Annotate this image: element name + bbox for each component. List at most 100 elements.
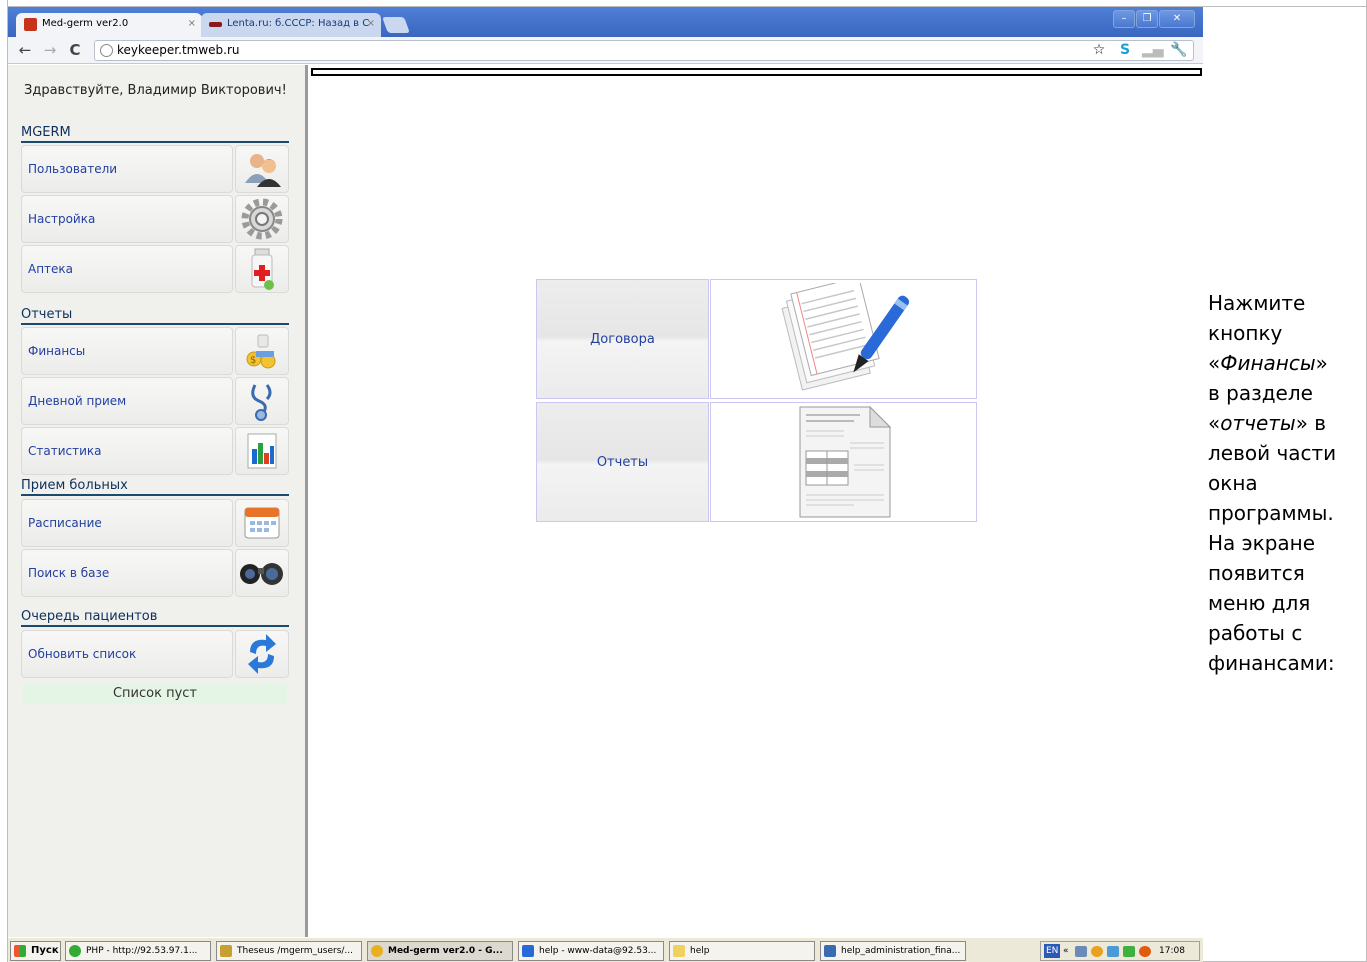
reports-button[interactable]: Отчеты [536, 402, 709, 522]
sidebar-item-label[interactable]: Настройка [21, 195, 233, 243]
sidebar-item-label[interactable]: Аптека [21, 245, 233, 293]
theseus-icon [220, 945, 232, 957]
wrench-menu-icon[interactable]: 🔧 [1170, 41, 1188, 59]
report-document-icon [799, 405, 891, 518]
reports-image-button[interactable] [710, 402, 977, 522]
instruction-line: работы с [1208, 621, 1303, 645]
messenger-tray-icon[interactable] [1107, 946, 1119, 957]
taskbar-item-label: Med-germ ver2.0 - G... [388, 946, 503, 956]
instruction-line: «отчеты» в [1208, 411, 1327, 435]
globe-icon [100, 44, 113, 57]
close-window-button[interactable]: ✕ [1159, 10, 1195, 28]
bar-chart-icon[interactable] [235, 427, 289, 475]
sidebar-item-search-db[interactable]: Поиск в базе [21, 549, 289, 597]
taskbar-item-help-folder[interactable]: help [669, 941, 815, 961]
taskbar-item-help-doc[interactable]: help_administration_fina... [820, 941, 966, 961]
instruction-line: появится [1208, 561, 1305, 585]
taskbar-item-label: help - www-data@92.53... [539, 946, 657, 956]
sidebar-item-label[interactable]: Статистика [21, 427, 233, 475]
update-tray-icon[interactable] [1123, 946, 1135, 957]
instruction-line: Нажмите [1208, 291, 1306, 315]
contracts-button[interactable]: Договора [536, 279, 709, 399]
binoculars-icon[interactable] [235, 549, 289, 597]
instruction-line: окна [1208, 471, 1258, 495]
sidebar-item-refresh-list[interactable]: Обновить список [21, 630, 289, 678]
reports-emphasis: отчеты [1220, 411, 1296, 435]
sidebar: Здравствуйте, Владимир Викторович! MGERM… [8, 65, 308, 937]
sidebar-item-settings[interactable]: Настройка [21, 195, 289, 243]
forward-arrow-icon[interactable]: → [41, 41, 59, 59]
sidebar-item-label[interactable]: Обновить список [21, 630, 233, 678]
folder-icon [673, 945, 685, 957]
tab-med-germ[interactable]: Med-germ ver2.0 × [16, 13, 202, 37]
close-tab-icon[interactable]: × [367, 13, 375, 35]
tab-lenta[interactable]: Lenta.ru: б.СССР: Назад в С × [201, 13, 381, 37]
address-bar[interactable]: keykeeper.tmweb.ru [94, 40, 1194, 61]
refresh-icon[interactable] [235, 630, 289, 678]
sidebar-item-finance[interactable]: Финансы $ [21, 327, 289, 375]
windows-logo-icon [14, 945, 26, 957]
money-icon[interactable]: $ [235, 327, 289, 375]
instruction-line: На экране [1208, 531, 1316, 555]
calendar-icon[interactable] [235, 499, 289, 547]
contracts-image-button[interactable] [710, 279, 977, 399]
globe-icon [69, 945, 81, 957]
lenta-favicon-icon [209, 22, 222, 27]
taskbar-item-help-ssh[interactable]: help - www-data@92.53... [518, 941, 664, 961]
instruction-line: «Финансы» [1208, 351, 1328, 375]
language-indicator[interactable]: EN [1044, 944, 1061, 958]
sidebar-item-label[interactable]: Пользователи [21, 145, 233, 193]
antivirus-tray-icon[interactable] [1091, 946, 1103, 957]
contracts-label: Договора [590, 331, 655, 347]
instruction-line: кнопку [1208, 321, 1283, 345]
finance-emphasis: Финансы [1220, 351, 1316, 375]
taskbar-item-theseus[interactable]: Theseus /mgerm_users/... [216, 941, 362, 961]
instruction-line: в разделе [1208, 381, 1313, 405]
taskbar-item-med-germ[interactable]: Med-germ ver2.0 - G... [367, 941, 513, 961]
instruction-text: Нажмите кнопку «Финансы» в разделе «отче… [1208, 288, 1358, 678]
sidebar-item-schedule[interactable]: Расписание [21, 499, 289, 547]
sidebar-item-label[interactable]: Дневной прием [21, 377, 233, 425]
reports-label: Отчеты [596, 454, 649, 470]
sidebar-item-statistics[interactable]: Статистика [21, 427, 289, 475]
bookmark-star-icon[interactable]: ☆ [1090, 41, 1108, 59]
minimize-button[interactable]: – [1113, 10, 1135, 28]
sidebar-item-pharmacy[interactable]: Аптека [21, 245, 289, 293]
gear-icon[interactable] [235, 195, 289, 243]
word-document-icon [824, 945, 836, 957]
section-title-patient-queue: Очередь пациентов [21, 609, 289, 627]
close-tab-icon[interactable]: × [188, 13, 196, 35]
instruction-line: левой части [1208, 441, 1337, 465]
taskbar-item-label: Theseus /mgerm_users/... [237, 946, 354, 956]
section-title-reports: Отчеты [21, 307, 289, 325]
pharmacy-bottle-icon[interactable] [235, 245, 289, 293]
show-hidden-icons[interactable]: « [1063, 942, 1069, 960]
sidebar-item-users[interactable]: Пользователи [21, 145, 289, 193]
sidebar-item-label[interactable]: Расписание [21, 499, 233, 547]
instruction-line: программы. [1208, 501, 1334, 525]
taskbar-item-label: help_administration_fina... [841, 946, 961, 956]
reload-icon[interactable]: C [66, 41, 84, 59]
instruction-line: финансами: [1208, 651, 1335, 675]
system-tray: EN « 17:08 [1040, 941, 1200, 961]
restore-button[interactable]: ❐ [1136, 10, 1158, 28]
new-tab-button[interactable] [382, 17, 410, 33]
sidebar-item-day-visits[interactable]: Дневной прием [21, 377, 289, 425]
stethoscope-icon[interactable] [235, 377, 289, 425]
sidebar-item-label[interactable]: Поиск в базе [21, 549, 233, 597]
users-icon[interactable] [235, 145, 289, 193]
network-tray-icon[interactable] [1075, 946, 1087, 957]
shield-tray-icon[interactable] [1139, 946, 1151, 957]
back-arrow-icon[interactable]: ← [16, 41, 34, 59]
chrome-icon [371, 945, 383, 957]
section-title-mgerm: MGERM [21, 125, 289, 143]
skype-extension-icon[interactable]: S [1116, 41, 1134, 59]
sidebar-item-label[interactable]: Финансы [21, 327, 233, 375]
taskbar-item-label: help [690, 946, 710, 956]
browser-titlebar: Med-germ ver2.0 × Lenta.ru: б.СССР: Наза… [8, 7, 1203, 37]
taskbar-item-php[interactable]: PHP - http://92.53.97.1... [65, 941, 211, 961]
signal-extension-icon[interactable]: ▂▄ [1142, 41, 1164, 59]
clock[interactable]: 17:08 [1159, 942, 1185, 960]
taskbar-item-label: PHP - http://92.53.97.1... [86, 946, 198, 956]
start-button[interactable]: Пуск [10, 941, 61, 961]
